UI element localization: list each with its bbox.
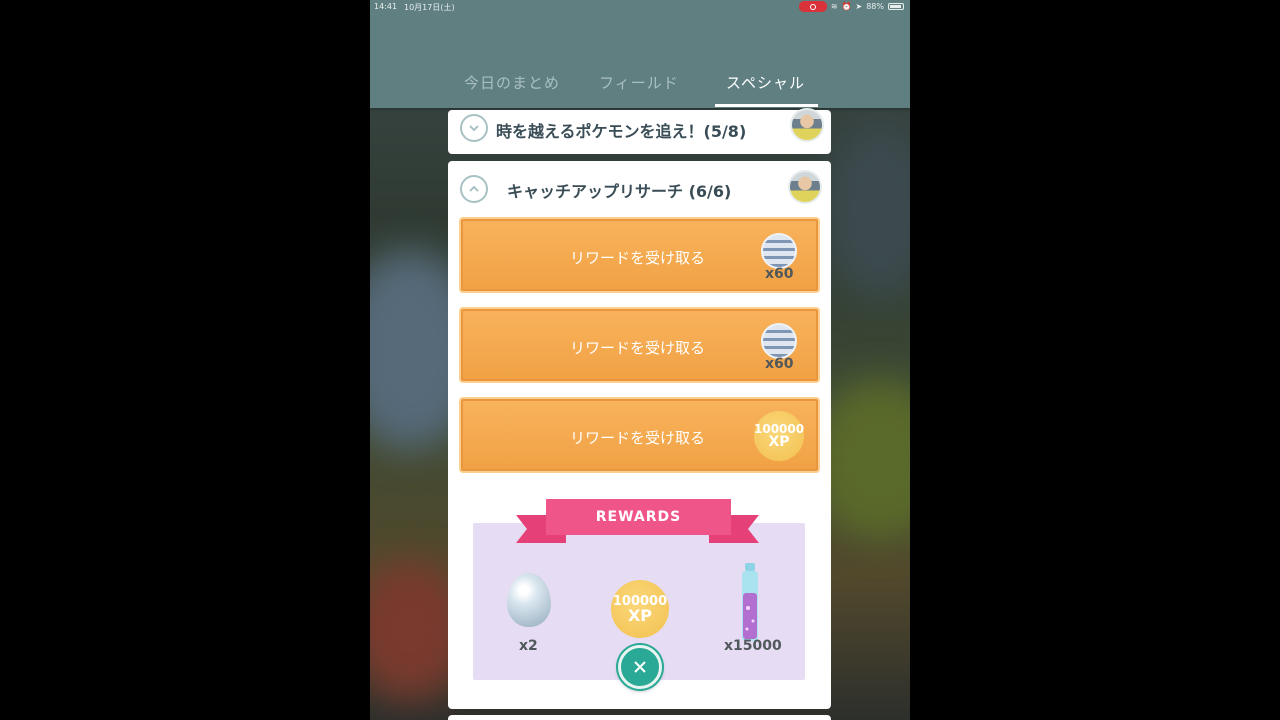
tab-field[interactable]: フィールド xyxy=(599,72,679,93)
status-time: 14:41 xyxy=(374,2,398,11)
next-card-edge xyxy=(448,715,831,720)
xp-unit: XP xyxy=(627,605,653,625)
claim-reward-button[interactable]: リワードを受け取る 100000 XP xyxy=(459,397,820,473)
reward-count: x15000 xyxy=(724,638,782,654)
close-button[interactable] xyxy=(618,645,662,689)
great-ball-icon xyxy=(761,233,797,269)
research-title: 時を越えるポケモンを追え！(5/8) xyxy=(496,122,747,141)
location-icon: ➤ xyxy=(855,2,863,11)
background-blur xyxy=(820,120,910,300)
alarm-icon: ⏰ xyxy=(841,2,852,11)
xp-icon: 100000 XP xyxy=(611,580,669,638)
battery-percent: 88% xyxy=(866,2,884,11)
xp-unit: XP xyxy=(768,434,790,450)
reward-count: x60 xyxy=(765,356,794,372)
great-ball-icon xyxy=(761,323,797,359)
rewards-banner: REWARDS xyxy=(516,499,759,547)
task-row: リワードを受け取る x60 xyxy=(456,214,823,298)
status-date: 10月17日(土) xyxy=(404,3,455,12)
rewards-title: REWARDS xyxy=(546,499,731,535)
tab-special[interactable]: スペシャル xyxy=(726,72,805,93)
research-card-expanded: キャッチアップリサーチ (6/6) リワードを受け取る x60 リワードを受け取… xyxy=(448,161,831,709)
stardust-bottle-icon xyxy=(742,563,758,641)
collapse-chevron-icon[interactable] xyxy=(460,175,488,203)
reward-count: x60 xyxy=(765,266,794,282)
professor-avatar xyxy=(790,108,824,142)
close-icon xyxy=(634,661,646,673)
research-card-collapsed[interactable]: 時を越えるポケモンを追え！(5/8) xyxy=(448,108,831,154)
wifi-icon: ≋ xyxy=(830,2,838,11)
egg-icon xyxy=(507,573,551,627)
expand-chevron-icon[interactable] xyxy=(460,114,488,142)
claim-reward-button[interactable]: リワードを受け取る x60 xyxy=(459,217,820,293)
screen-record-icon xyxy=(798,1,827,12)
tab-today-summary[interactable]: 今日のまとめ xyxy=(464,72,560,93)
battery-icon xyxy=(888,3,904,10)
status-bar: 14:41 10月17日(土) ≋ ⏰ ➤ 88% xyxy=(370,0,910,14)
app-header: 今日のまとめ フィールド スペシャル xyxy=(370,0,910,108)
research-title: キャッチアップリサーチ (6/6) xyxy=(507,182,732,201)
task-row: リワードを受け取る 100000 XP xyxy=(456,394,823,478)
professor-avatar xyxy=(788,170,822,204)
xp-icon: 100000 XP xyxy=(754,411,804,461)
claim-reward-button[interactable]: リワードを受け取る x60 xyxy=(459,307,820,383)
reward-count: x2 xyxy=(519,638,538,654)
app-screen: 今日のまとめ フィールド スペシャル 14:41 10月17日(土) ≋ ⏰ ➤… xyxy=(370,0,910,720)
active-tab-indicator xyxy=(715,104,818,107)
task-row: リワードを受け取る x60 xyxy=(456,304,823,388)
